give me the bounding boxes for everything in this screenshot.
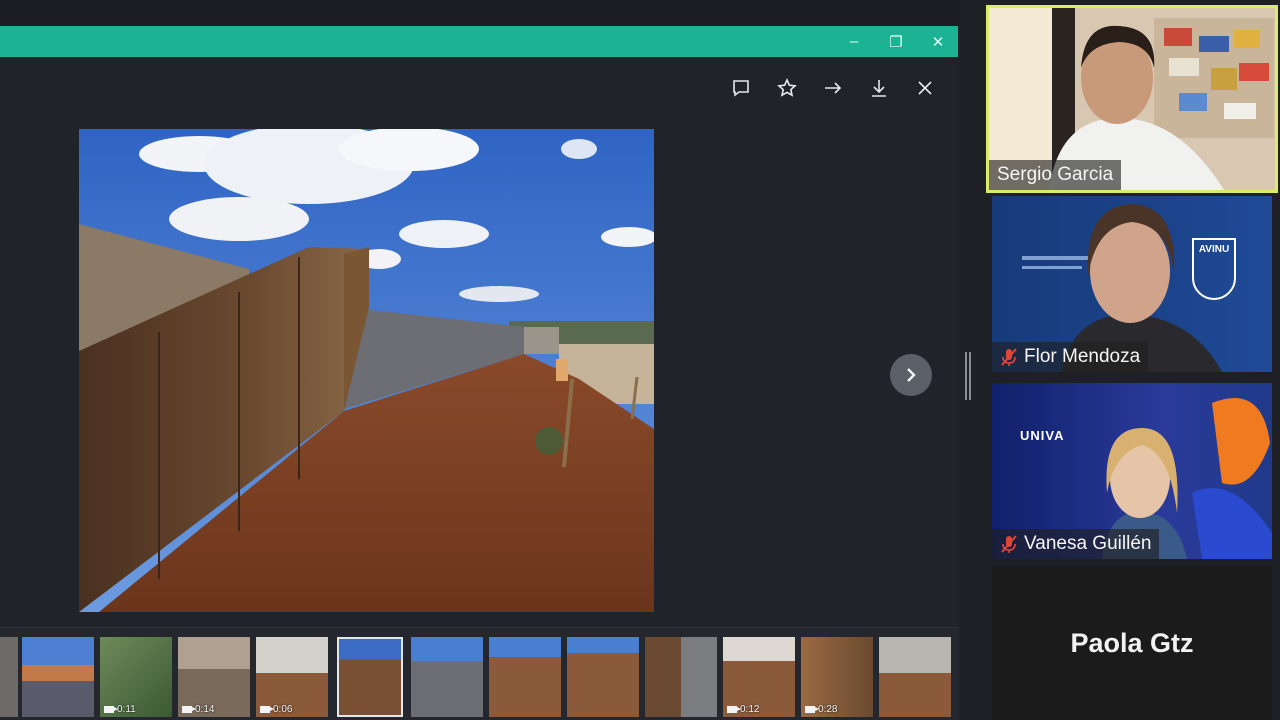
video-duration: 0:14 bbox=[195, 704, 215, 715]
viewer-toolbar bbox=[718, 77, 948, 99]
filmstrip-thumb[interactable] bbox=[567, 637, 639, 717]
filmstrip-thumb[interactable]: 0:12 bbox=[723, 637, 795, 717]
meeting-window: – ❐ ✕ 0:11 0:14 0:06 0:12 0:28 Sergio Ga… bbox=[0, 0, 1280, 720]
shared-screen: – ❐ ✕ 0:11 0:14 0:06 0:12 0:28 bbox=[0, 0, 960, 720]
filmstrip-thumb[interactable]: 0:28 bbox=[801, 637, 873, 717]
minimize-button[interactable]: – bbox=[834, 26, 874, 57]
filmstrip-thumb[interactable] bbox=[879, 637, 951, 717]
participant-tile-vanesa[interactable]: UNIVA Vanesa Guillén bbox=[992, 383, 1272, 559]
logo-text: UNIVA bbox=[1020, 428, 1065, 443]
participant-name: Vanesa Guillén bbox=[1024, 533, 1152, 554]
logo-text: AVINU bbox=[1198, 244, 1230, 255]
close-viewer-button[interactable] bbox=[902, 77, 948, 99]
filmstrip-thumb[interactable] bbox=[0, 637, 18, 717]
video-icon bbox=[104, 706, 118, 713]
mic-muted-icon bbox=[1001, 348, 1017, 366]
chevron-right-icon bbox=[907, 368, 916, 382]
mic-muted-icon bbox=[1001, 535, 1017, 553]
screen-top-strip bbox=[0, 0, 960, 26]
filmstrip-thumb[interactable]: 0:06 bbox=[256, 637, 328, 717]
video-icon bbox=[182, 706, 196, 713]
photo-viewer: 0:11 0:14 0:06 0:12 0:28 bbox=[0, 57, 958, 720]
filmstrip: 0:11 0:14 0:06 0:12 0:28 bbox=[0, 627, 958, 720]
video-duration: 0:11 bbox=[117, 704, 136, 715]
filmstrip-thumb[interactable] bbox=[411, 637, 483, 717]
video-duration: 0:12 bbox=[740, 704, 760, 715]
participant-tile-paola[interactable]: Paola Gtz bbox=[992, 566, 1272, 720]
participant-name: Flor Mendoza bbox=[1024, 346, 1141, 367]
filmstrip-thumb[interactable] bbox=[489, 637, 561, 717]
comment-button[interactable] bbox=[718, 77, 764, 99]
comment-icon bbox=[733, 80, 749, 97]
star-icon bbox=[777, 78, 797, 97]
close-icon bbox=[918, 81, 932, 95]
main-photo bbox=[79, 129, 654, 612]
filmstrip-thumb[interactable] bbox=[22, 637, 94, 717]
panel-resize-handle[interactable] bbox=[965, 352, 971, 400]
participant-name-label: Vanesa Guillén bbox=[992, 529, 1160, 559]
participant-name-label: Flor Mendoza bbox=[992, 342, 1149, 372]
participant-name: Paola Gtz bbox=[1070, 627, 1194, 658]
video-icon bbox=[727, 706, 741, 713]
video-icon bbox=[805, 706, 819, 713]
video-duration: 0:28 bbox=[818, 704, 838, 715]
video-duration: 0:06 bbox=[273, 704, 293, 715]
univa-logo-badge: AVINU bbox=[1192, 238, 1236, 300]
viewer-titlebar: – ❐ ✕ bbox=[0, 26, 958, 57]
video-icon bbox=[260, 706, 274, 713]
close-window-button[interactable]: ✕ bbox=[918, 26, 958, 57]
favorite-button[interactable] bbox=[764, 77, 810, 99]
active-speaker-border bbox=[986, 5, 1278, 193]
filmstrip-thumb[interactable]: 0:11 bbox=[100, 637, 172, 717]
filmstrip-thumb-selected[interactable] bbox=[337, 637, 403, 717]
share-button[interactable] bbox=[810, 77, 856, 99]
download-icon bbox=[872, 80, 886, 97]
download-button[interactable] bbox=[856, 77, 902, 99]
restore-button[interactable]: ❐ bbox=[876, 26, 916, 57]
filmstrip-thumb[interactable]: 0:14 bbox=[178, 637, 250, 717]
participant-tile-flor[interactable]: AVINU Flor Mendoza bbox=[992, 196, 1272, 372]
arrow-right-icon bbox=[825, 82, 842, 94]
next-photo-button[interactable] bbox=[890, 354, 932, 396]
filmstrip-thumb[interactable] bbox=[645, 637, 717, 717]
univa-logo: UNIVA bbox=[1020, 428, 1064, 443]
